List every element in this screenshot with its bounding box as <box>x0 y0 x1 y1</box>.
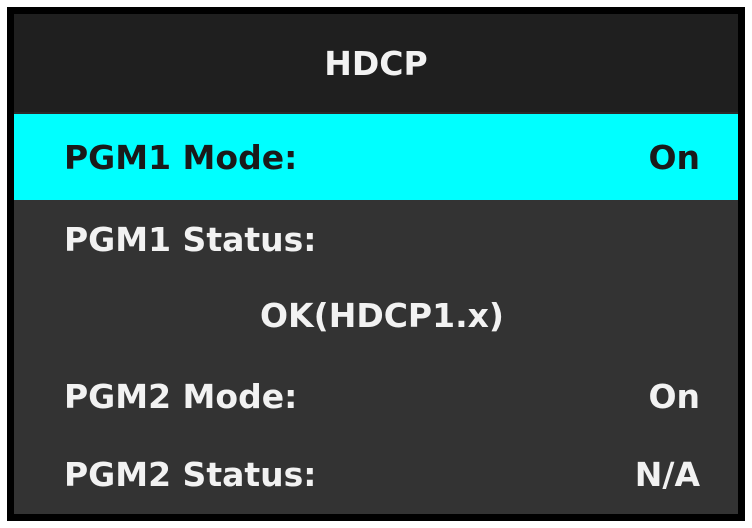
hdcp-menu-panel: HDCP PGM1 Mode: On PGM1 Status: OK(HDCP1… <box>14 14 738 514</box>
pgm2-mode-value: On <box>648 376 700 416</box>
menu-title-bar: HDCP <box>14 14 738 114</box>
pgm1-status-label: PGM1 Status: <box>64 219 317 259</box>
menu-item-pgm1-status: PGM1 Status: <box>14 201 738 277</box>
menu-item-pgm2-mode[interactable]: PGM2 Mode: On <box>14 357 738 435</box>
pgm2-mode-label: PGM2 Mode: <box>64 376 298 416</box>
menu-item-pgm1-mode[interactable]: PGM1 Mode: On <box>14 114 738 200</box>
pgm1-mode-value: On <box>648 137 700 177</box>
menu-title: HDCP <box>324 43 428 83</box>
pgm2-status-value: N/A <box>634 455 700 494</box>
menu-item-pgm2-status: PGM2 Status: N/A <box>14 435 738 514</box>
pgm1-status-value-row: OK(HDCP1.x) <box>14 277 738 353</box>
pgm1-mode-label: PGM1 Mode: <box>64 137 298 177</box>
pgm2-status-label: PGM2 Status: <box>64 455 317 494</box>
device-screen: HDCP PGM1 Mode: On PGM1 Status: OK(HDCP1… <box>7 7 745 521</box>
pgm1-status-value: OK(HDCP1.x) <box>260 295 504 335</box>
